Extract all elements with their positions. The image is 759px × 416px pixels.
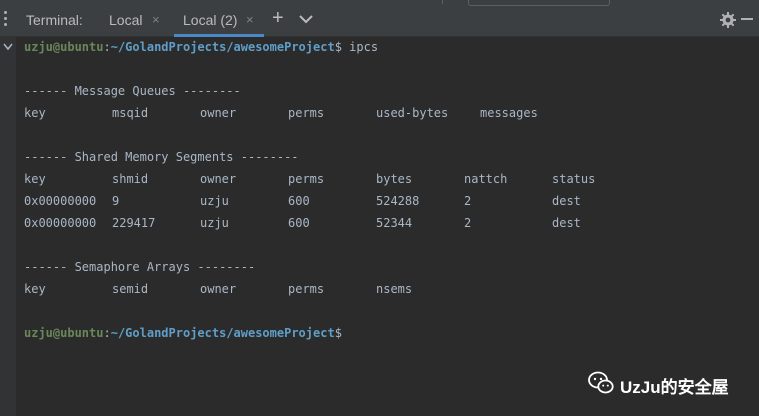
ide-terminal-window: Terminal: Local × Local (2) × + uzju@ubu… (0, 0, 759, 416)
msgq-header-row: key msqid owner perms used-bytes message… (24, 106, 724, 120)
tab-label: Local (2) (183, 12, 238, 28)
options-menu-icon[interactable] (4, 11, 8, 27)
cell-status: dest (552, 216, 581, 230)
prompt-colon: : (103, 326, 111, 340)
prompt-path: ~/GolandProjects/awesomeProject (110, 40, 335, 54)
cell-perms: 600 (288, 194, 310, 208)
header-cell: owner (200, 106, 237, 120)
gear-icon[interactable] (720, 12, 736, 28)
header-cell: owner (200, 282, 237, 296)
header-cell: status (552, 172, 596, 186)
header-cell: key (24, 106, 46, 120)
header-cell: messages (480, 106, 538, 120)
tab-local-2[interactable]: Local (2) × (174, 0, 264, 37)
header-cell: used-bytes (376, 106, 449, 120)
toolbar-search-field[interactable] (468, 0, 610, 6)
sem-heading: ------ Semaphore Arrays -------- (24, 260, 256, 274)
tab-label: Local (109, 12, 143, 28)
terminal-output[interactable]: uzju@ubuntu:~/GolandProjects/awesomeProj… (24, 38, 759, 416)
shm-header-row: key shmid owner perms bytes nattch statu… (24, 172, 724, 186)
close-tab-icon[interactable]: × (152, 12, 160, 27)
cell-owner: uzju (200, 216, 229, 230)
collapse-arrow-icon (3, 43, 13, 51)
header-cell: perms (288, 172, 325, 186)
cell-perms: 600 (288, 216, 310, 230)
cell-key: 0x00000000 (24, 194, 97, 208)
cell-key: 0x00000000 (24, 216, 97, 230)
cell-nattch: 2 (464, 216, 472, 230)
prompt-path: ~/GolandProjects/awesomeProject (110, 326, 335, 340)
terminal-title: Terminal: (26, 12, 83, 28)
minimize-icon[interactable] (741, 18, 753, 20)
header-cell: msqid (112, 106, 149, 120)
prompt-symbol: $ (334, 40, 342, 54)
cell-bytes: 52344 (376, 216, 413, 230)
prompt-line: uzju@ubuntu:~/GolandProjects/awesomeProj… (24, 326, 342, 340)
close-tab-icon[interactable]: × (246, 12, 254, 27)
tab-local[interactable]: Local × (100, 0, 172, 37)
watermark-text: UzJu的安全屋 (620, 378, 729, 397)
terminal-tab-bar: Terminal: Local × Local (2) × + (0, 0, 759, 37)
divider (442, 0, 443, 4)
header-cell: shmid (112, 172, 149, 186)
header-cell: nsems (376, 282, 413, 296)
prompt-user: uzju@ubuntu (24, 326, 104, 340)
cell-status: dest (552, 194, 581, 208)
wechat-icon (588, 371, 614, 394)
cell-shmid: 9 (112, 194, 120, 208)
cell-owner: uzju (200, 194, 229, 208)
header-cell: perms (288, 282, 325, 296)
header-cell: owner (200, 172, 237, 186)
command-text: ipcs (349, 40, 379, 54)
header-cell: bytes (376, 172, 413, 186)
left-gutter (0, 0, 16, 416)
header-cell: key (24, 282, 46, 296)
header-cell: nattch (464, 172, 508, 186)
header-cell: semid (112, 282, 149, 296)
prompt-colon: : (103, 40, 111, 54)
chevron-down-icon[interactable] (299, 14, 313, 24)
header-cell: key (24, 172, 46, 186)
cell-shmid: 229417 (112, 216, 156, 230)
shm-heading: ------ Shared Memory Segments -------- (24, 150, 299, 164)
new-tab-icon[interactable]: + (272, 8, 284, 28)
prompt-user: uzju@ubuntu (24, 40, 104, 54)
msgq-heading: ------ Message Queues -------- (24, 84, 241, 98)
cell-nattch: 2 (464, 194, 472, 208)
sem-header-row: key semid owner perms nsems (24, 282, 724, 296)
table-row: 0x00000000 9 uzju 600 524288 2 dest (24, 194, 724, 208)
header-cell: perms (288, 106, 325, 120)
cell-bytes: 524288 (376, 194, 420, 208)
prompt-symbol: $ (334, 326, 342, 340)
table-row: 0x00000000 229417 uzju 600 52344 2 dest (24, 216, 724, 230)
prompt-line: uzju@ubuntu:~/GolandProjects/awesomeProj… (24, 40, 378, 54)
